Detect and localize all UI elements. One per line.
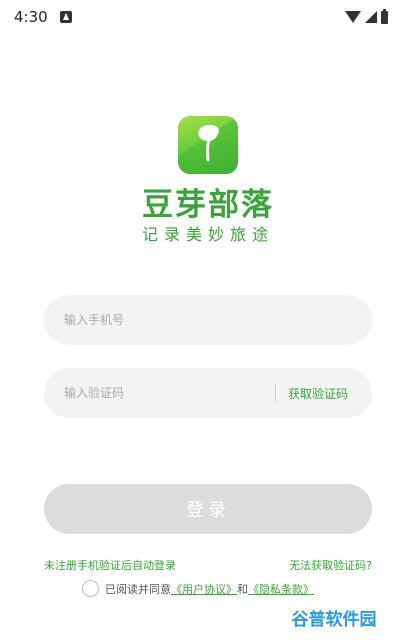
agree-checkbox[interactable] xyxy=(82,580,99,597)
brand-name: 豆芽部落 xyxy=(142,187,274,223)
code-divider xyxy=(274,384,276,402)
status-right xyxy=(345,8,388,24)
status-time: 4:30 xyxy=(14,8,48,26)
agreement-row: 已阅读并同意 《用户协议》 和 《隐私条款》 xyxy=(82,580,314,597)
notification-icon xyxy=(59,11,72,23)
cannot-get-code-link[interactable]: 无法获取验证码? xyxy=(289,557,372,573)
battery-icon xyxy=(381,8,388,24)
auto-register-hint: 未注册手机验证后自动登录 xyxy=(44,559,176,572)
site-watermark: 谷普软件园 xyxy=(276,602,392,632)
phone-field[interactable] xyxy=(44,294,372,346)
get-code-button[interactable]: 获取验证码 xyxy=(288,385,348,402)
user-agreement-link[interactable]: 《用户协议》 xyxy=(171,581,237,597)
code-field[interactable]: 获取验证码 xyxy=(44,367,372,419)
status-bar: 4:30 xyxy=(0,0,400,34)
login-button[interactable]: 登录 xyxy=(44,484,372,534)
wifi-icon xyxy=(345,11,361,23)
phone-input[interactable] xyxy=(44,294,372,346)
brand-slogan: 记录美妙旅途 xyxy=(141,225,274,244)
code-input[interactable] xyxy=(44,367,275,419)
app-logo xyxy=(178,116,238,174)
agreement-and: 和 xyxy=(237,582,248,596)
agreement-prefix: 已阅读并同意 xyxy=(105,582,171,596)
privacy-policy-link[interactable]: 《隐私条款》 xyxy=(248,581,314,597)
sprout-icon xyxy=(178,116,238,174)
signal-icon xyxy=(365,11,377,23)
status-left: 4:30 xyxy=(14,8,72,26)
